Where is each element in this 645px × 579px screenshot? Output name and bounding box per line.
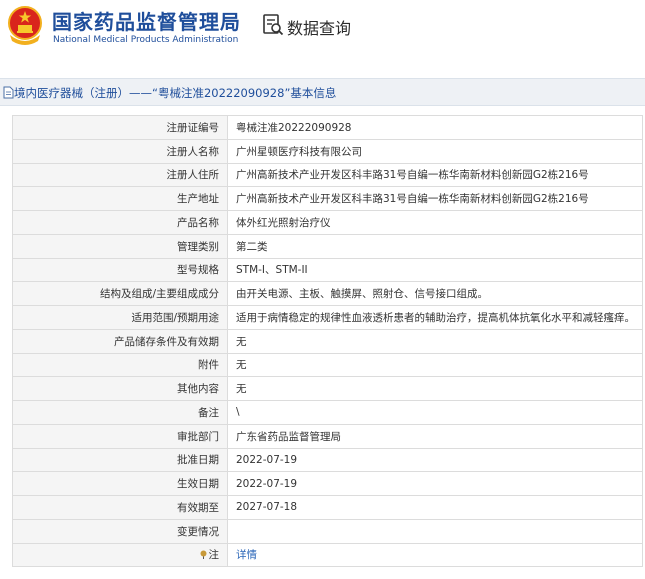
field-label: 产品名称 [12,210,228,235]
note-label: 注 [208,549,220,562]
field-value: 2027-07-18 [227,495,643,520]
field-label: 产品储存条件及有效期 [12,328,228,354]
field-label: 型号规格 [12,257,228,283]
table-row: 管理类别 第二类 [12,233,643,259]
national-emblem-icon [8,6,42,45]
table-row: 审批部门 广东省药品监督管理局 [12,423,643,449]
field-value: 适用于病情稳定的规律性血液透析患者的辅助治疗，提高机体抗氧化水平和减轻瘙痒。 [227,305,643,330]
table-row: 产品名称 体外红光照射治疗仪 [12,210,643,235]
field-label: 注册人名称 [12,138,228,164]
table-row: 型号规格 STM-I、STM-II [12,257,643,283]
field-value: 由开关电源、主板、触摸屏、照射仓、信号接口组成。 [227,281,643,306]
data-query-title: 数据查询 [287,19,352,38]
field-label: 注册证编号 [12,115,228,140]
table-row: 生效日期 2022-07-19 [12,471,643,496]
field-value: \ [227,400,643,425]
field-value: 粤械注准20222090928 [227,115,643,140]
pin-icon [200,550,206,560]
field-value: 广东省药品监督管理局 [227,423,643,449]
breadcrumb: 境内医疗器械（注册）——“粤械注准20222090928”基本信息 [0,78,645,106]
table-row: 注册人名称 广州星顿医疗科技有限公司 [12,138,643,164]
table-row: 备注 \ [12,400,643,425]
agency-name-cn: 国家药品监督管理局 [52,10,241,34]
field-value: 体外红光照射治疗仪 [227,210,643,235]
field-value: 2022-07-19 [227,471,643,496]
field-label: 批准日期 [12,447,228,473]
field-label: 审批部门 [12,423,228,449]
field-value: 广州星顿医疗科技有限公司 [227,138,643,164]
field-label: 变更情况 [12,518,228,544]
field-label: 其他内容 [12,376,228,401]
field-value: 无 [227,376,643,401]
table-row: 有效期至 2027-07-18 [12,495,643,520]
table-row: 注册证编号 粤械注准20222090928 [12,115,643,140]
table-row: 适用范围/预期用途 适用于病情稳定的规律性血液透析患者的辅助治疗，提高机体抗氧化水… [12,305,643,330]
field-value: 第二类 [227,233,643,259]
field-value [227,518,643,544]
agency-name-en: National Medical Products Administration [53,35,239,45]
field-value: 无 [227,328,643,354]
table-row: 批准日期 2022-07-19 [12,447,643,473]
field-value: 广州高新技术产业开发区科丰路31号自编一栋华南新材料创新园G2栋216号 [227,162,643,188]
field-value: 无 [227,352,643,378]
field-label: 结构及组成/主要组成成分 [12,281,228,306]
page-title: 境内医疗器械（注册）——“粤械注准20222090928”基本信息 [14,86,337,100]
field-label: 附件 [12,352,228,378]
field-label: 管理类别 [12,233,228,259]
field-label: 适用范围/预期用途 [12,305,228,330]
table-row: 注册人住所 广州高新技术产业开发区科丰路31号自编一栋华南新材料创新园G2栋216… [12,162,643,188]
table-row: 附件无 [12,352,643,378]
field-label-note: 注 [12,542,228,568]
field-value: 广州高新技术产业开发区科丰路31号自编一栋华南新材料创新园G2栋216号 [227,186,643,211]
field-label: 生效日期 [12,471,228,496]
field-label: 备注 [12,400,228,425]
table-row: 产品储存条件及有效期无 [12,328,643,354]
field-label: 注册人住所 [12,162,228,188]
table-row: 变更情况 [12,518,643,544]
document-icon [3,86,14,99]
field-value-note: 详情 [227,542,643,568]
table-row: 结构及组成/主要组成成分 由开关电源、主板、触摸屏、照射仓、信号接口组成。 [12,281,643,306]
table-row: 生产地址 广州高新技术产业开发区科丰路31号自编一栋华南新材料创新园G2栋216号 [12,186,643,211]
table-row-note: 注 详情 [12,542,643,568]
details-link[interactable]: 详情 [236,549,257,561]
document-search-icon [263,14,284,36]
table-row: 其他内容无 [12,376,643,401]
field-label: 生产地址 [12,186,228,211]
field-label: 有效期至 [12,495,228,520]
device-info-table: 注册证编号 粤械注准20222090928 注册人名称 广州星顿医疗科技有限公司 注册人… [12,115,643,568]
field-value: STM-I、STM-II [227,257,643,283]
site-header: 国家药品监督管理局 National Medical Products Admi… [0,0,645,62]
field-value: 2022-07-19 [227,447,643,473]
